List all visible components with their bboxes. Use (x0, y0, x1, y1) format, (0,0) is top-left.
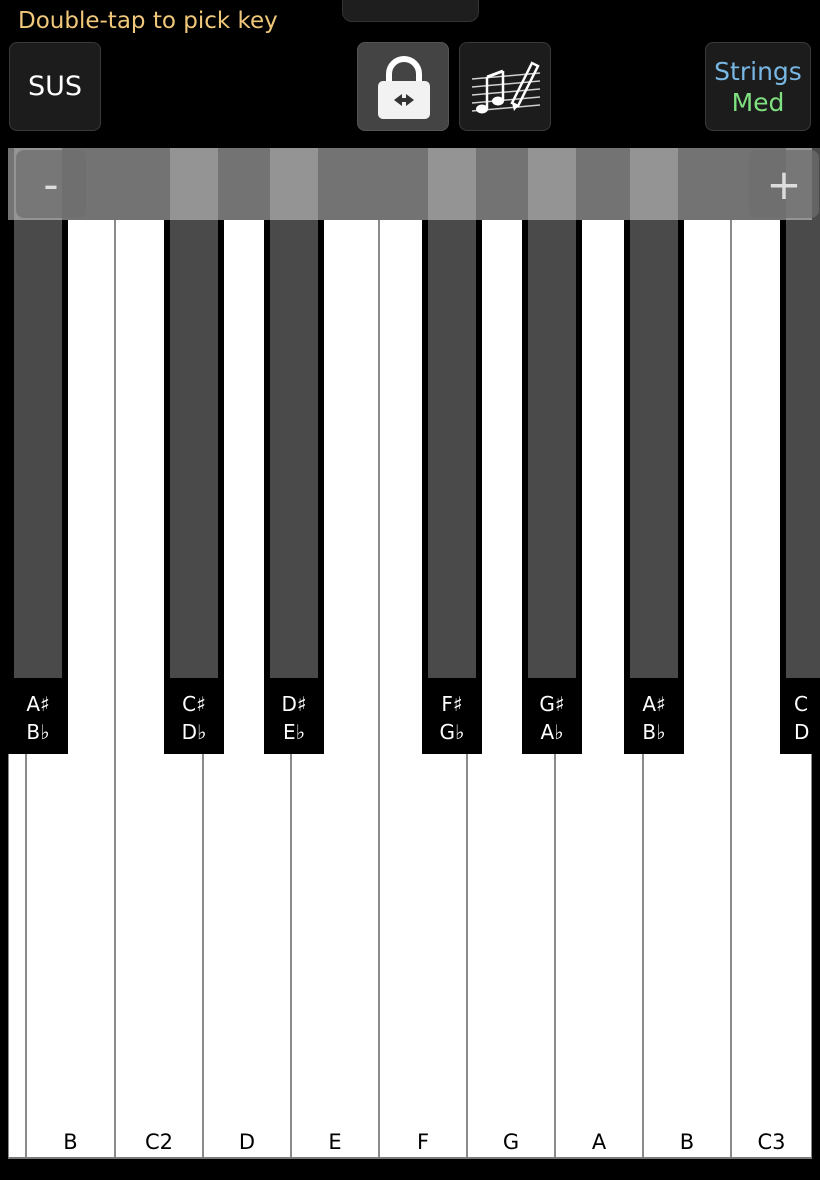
zoom-in-button[interactable]: + (749, 150, 819, 218)
black-key-face (630, 148, 678, 678)
white-key-label: A (591, 1130, 607, 1154)
white-key-label: C2 (144, 1130, 174, 1154)
black-key-flat-label: D (794, 720, 810, 744)
black-key-face (528, 148, 576, 678)
lock-swap-icon (378, 56, 430, 119)
black-key[interactable]: C♯ D♭ (164, 148, 224, 754)
black-key-sharp-label: G♯ (539, 692, 565, 716)
white-key-label: B (679, 1130, 695, 1154)
black-key-sharp-label: A♯ (642, 692, 666, 716)
instrument-button[interactable]: Strings Med (705, 42, 811, 131)
black-key[interactable]: D♯ E♭ (264, 148, 324, 754)
black-key-face (786, 148, 820, 678)
sustain-button[interactable]: SUS (9, 42, 101, 131)
piano-keyboard: B C2 D E F G A B C3 A♯ B♭ C♯ D♭ D♯ E♭ F♯… (0, 148, 820, 1180)
keyboard-bottom-line (8, 1157, 812, 1159)
top-toolbar: Double-tap to pick key SUS Strings Med (0, 0, 820, 148)
top-tab-handle[interactable] (342, 0, 479, 22)
keyboard-scroll-strip[interactable]: - + (8, 148, 819, 220)
key-pick-hint: Double-tap to pick key (18, 8, 278, 34)
black-key-face (170, 148, 218, 678)
black-key-face (270, 148, 318, 678)
white-key-label: D (238, 1130, 256, 1154)
black-key-flat-label: A♭ (540, 720, 564, 744)
black-key-flat-label: E♭ (282, 720, 306, 744)
white-key-label: C3 (757, 1130, 786, 1154)
lock-scroll-button[interactable] (357, 42, 449, 131)
black-key-flat-label: B♭ (642, 720, 666, 744)
keyboard-left-edge (0, 220, 8, 1160)
black-key[interactable]: A♯ B♭ (624, 148, 684, 754)
white-key-label: B (63, 1130, 78, 1154)
black-key-sharp-label: C♯ (182, 692, 206, 716)
black-key-face (14, 148, 62, 678)
instrument-name: Strings (714, 56, 802, 86)
white-key-label: G (502, 1130, 520, 1154)
black-key-sharp-label: F♯ (441, 692, 463, 716)
black-key-flat-label: B♭ (26, 720, 50, 744)
black-key-sharp-label: C (794, 692, 808, 716)
black-key-flat-label: D♭ (181, 720, 207, 744)
zoom-out-label: - (43, 159, 59, 209)
black-key[interactable]: A♯ B♭ (8, 148, 68, 754)
black-key-flat-label: G♭ (439, 720, 465, 744)
notation-button[interactable] (459, 42, 551, 131)
black-key-face (428, 148, 476, 678)
zoom-in-label: + (766, 159, 802, 209)
zoom-out-button[interactable]: - (16, 150, 86, 218)
black-key-sharp-label: A♯ (26, 692, 50, 716)
black-key[interactable]: F♯ G♭ (422, 148, 482, 754)
black-key-sharp-label: D♯ (281, 692, 307, 716)
instrument-level: Med (731, 87, 785, 117)
black-key[interactable]: G♯ A♭ (522, 148, 582, 754)
black-key-partial[interactable]: C D (780, 148, 820, 754)
white-key-label: E (328, 1130, 342, 1154)
white-key-label: F (416, 1130, 430, 1154)
sustain-label: SUS (27, 71, 83, 102)
music-score-pencil-icon (471, 61, 541, 114)
